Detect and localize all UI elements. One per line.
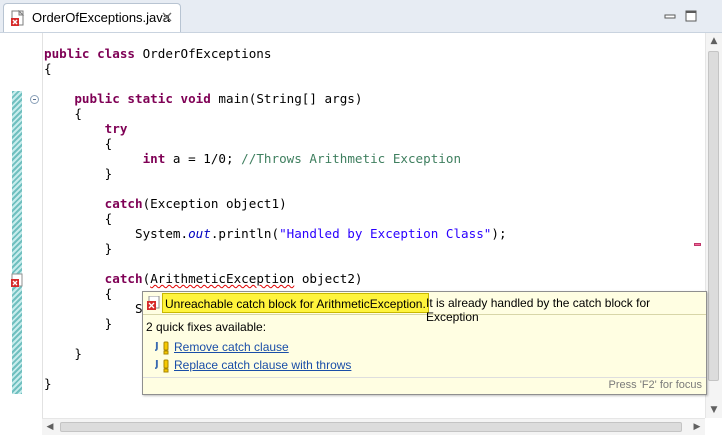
code-line[interactable]: {: [44, 61, 507, 76]
close-icon[interactable]: [161, 11, 173, 23]
code-token: catch: [104, 271, 143, 286]
code-token: out: [188, 226, 211, 241]
focus-hint: Press 'F2' for focus: [608, 379, 702, 391]
scroll-down-icon[interactable]: ▼: [706, 402, 722, 418]
code-line[interactable]: {: [44, 211, 507, 226]
code-token: {: [44, 136, 113, 151]
code-line[interactable]: public static void main(String[] args): [44, 91, 507, 106]
fold-collapse-icon[interactable]: [30, 95, 39, 104]
scroll-right-icon[interactable]: ▶: [689, 419, 705, 435]
java-file-error-icon: [11, 10, 25, 26]
code-token: System.: [44, 226, 189, 241]
scroll-thumb[interactable]: [708, 51, 719, 381]
quick-fix-hover-popup[interactable]: Unreachable catch block for ArithmeticEx…: [142, 291, 707, 395]
code-token: "Handled by Exception Class": [279, 226, 492, 241]
code-token: }: [44, 346, 82, 361]
code-line[interactable]: System.out.println("Handled by Exception…: [44, 226, 507, 241]
popup-error-header: Unreachable catch block for ArithmeticEx…: [143, 292, 706, 324]
left-annotation-ruler: [0, 33, 43, 425]
svg-text:J: J: [155, 341, 159, 352]
code-token: }: [44, 241, 113, 256]
code-line[interactable]: }: [44, 241, 507, 256]
error-token: ArithmeticException: [150, 271, 295, 286]
code-token: try: [104, 121, 128, 136]
scroll-left-icon[interactable]: ◀: [42, 419, 58, 435]
code-token: Sy: [44, 301, 151, 316]
code-token: .println(: [210, 226, 280, 241]
overview-marker[interactable]: [694, 243, 701, 246]
error-marker-icon[interactable]: [11, 273, 25, 287]
remove-catch-clause-link[interactable]: Remove catch clause: [174, 340, 289, 354]
code-token: object2): [294, 271, 363, 286]
editor-tab[interactable]: OrderOfExceptions.java: [3, 3, 181, 32]
code-line[interactable]: {: [44, 106, 507, 121]
code-token: }: [44, 166, 113, 181]
code-line[interactable]: [44, 76, 507, 91]
minimize-icon[interactable]: [664, 10, 676, 22]
scroll-thumb[interactable]: [60, 422, 682, 432]
tab-title: OrderOfExceptions.java: [32, 10, 171, 25]
change-indicator: [12, 91, 22, 394]
code-token: );: [491, 226, 507, 241]
code-token: (Exception object1): [142, 196, 287, 211]
code-line[interactable]: public class OrderOfExceptions: [44, 46, 507, 61]
replace-catch-with-throws-link[interactable]: Replace catch clause with throws: [174, 358, 351, 372]
code-token: {: [44, 286, 113, 301]
vertical-scrollbar[interactable]: ▲ ▼: [705, 33, 722, 418]
code-line[interactable]: [44, 181, 507, 196]
code-line[interactable]: catch(Exception object1): [44, 196, 507, 211]
maximize-icon[interactable]: [685, 10, 697, 22]
code-line[interactable]: [44, 256, 507, 271]
code-token: {: [44, 106, 82, 121]
quick-fix-icon: J: [155, 359, 169, 373]
code-line[interactable]: int a = 1/0; //Throws Arithmetic Excepti…: [44, 151, 507, 166]
code-token: {: [44, 211, 113, 226]
code-token: int: [142, 151, 173, 166]
editor-tab-bar: OrderOfExceptions.java: [0, 0, 722, 33]
code-token: OrderOfExceptions: [142, 46, 272, 61]
error-message-highlight: Unreachable catch block for ArithmeticEx…: [162, 293, 429, 313]
code-line[interactable]: }: [44, 166, 507, 181]
svg-text:J: J: [155, 359, 159, 370]
code-line[interactable]: try: [44, 121, 507, 136]
code-token: }: [44, 376, 52, 391]
scroll-up-icon[interactable]: ▲: [706, 33, 722, 49]
code-token: public static void: [74, 91, 219, 106]
code-token: a = 1/0;: [172, 151, 242, 166]
quick-fix-icon: J: [155, 341, 169, 355]
code-token: }: [44, 316, 113, 331]
code-token: public class: [44, 46, 143, 61]
code-token: {: [44, 61, 52, 76]
code-token: main(String[] args): [218, 91, 363, 106]
code-line[interactable]: catch(ArithmeticException object2): [44, 271, 507, 286]
horizontal-scrollbar[interactable]: ◀ ▶: [42, 418, 705, 435]
error-message-detail: It is already handled by the catch block…: [426, 296, 651, 324]
popup-footer: Press 'F2' for focus: [143, 377, 706, 394]
code-line[interactable]: {: [44, 136, 507, 151]
error-icon: [147, 296, 160, 310]
quick-fix-count: 2 quick fixes available:: [146, 320, 267, 334]
code-token: catch: [104, 196, 143, 211]
code-token: //Throws Arithmetic Exception: [241, 151, 462, 166]
